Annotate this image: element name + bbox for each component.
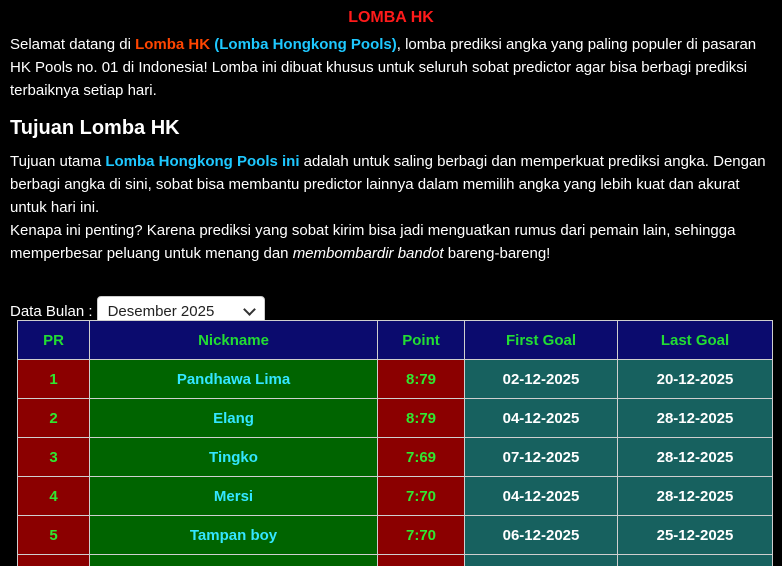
table-row: 3 Tingko 7:69 07-12-2025 28-12-2025 — [17, 437, 773, 477]
nickname-cell — [89, 554, 378, 566]
first-goal-cell: 04-12-2025 — [464, 398, 618, 438]
first-goal-cell — [464, 554, 618, 566]
rank-cell — [17, 554, 90, 566]
last-goal-cell: 28-12-2025 — [617, 398, 773, 438]
brand-full-link[interactable]: (Lomba Hongkong Pools) — [214, 36, 396, 53]
nickname-cell: Elang — [89, 398, 378, 438]
table-row: 5 Tampan boy 7:70 06-12-2025 25-12-2025 — [17, 515, 773, 555]
section-heading: Tujuan Lomba HK — [10, 117, 180, 139]
rank-cell: 4 — [17, 476, 90, 516]
last-goal-cell: 28-12-2025 — [617, 437, 773, 477]
chevron-down-icon — [242, 302, 256, 316]
nickname-cell: Tingko — [89, 437, 378, 477]
emphasis-text: membombardir bandot — [292, 245, 444, 262]
point-cell — [377, 554, 465, 566]
importance-text-rest: bareng-bareng! — [443, 245, 551, 262]
month-filter-label: Data Bulan : — [10, 302, 93, 320]
importance-paragraph: Kenapa ini penting? Karena prediksi yang… — [10, 219, 772, 265]
ranking-table: PR Nickname Point First Goal Last Goal 1… — [17, 320, 773, 566]
intro-paragraph: Selamat datang di Lomba HK (Lomba Hongko… — [10, 33, 772, 102]
column-header-first-goal: First Goal — [464, 320, 618, 360]
page: LOMBA HK Selamat datang di Lomba HK (Lom… — [0, 0, 782, 566]
rank-cell: 2 — [17, 398, 90, 438]
point-cell: 7:70 — [377, 515, 465, 555]
hongkong-pools-link[interactable]: Lomba Hongkong Pools ini — [105, 153, 299, 170]
table-row — [17, 554, 773, 566]
point-cell: 8:79 — [377, 359, 465, 399]
last-goal-cell — [617, 554, 773, 566]
first-goal-cell: 04-12-2025 — [464, 476, 618, 516]
point-cell: 8:79 — [377, 398, 465, 438]
table-row: 2 Elang 8:79 04-12-2025 28-12-2025 — [17, 398, 773, 438]
point-cell: 7:69 — [377, 437, 465, 477]
column-header-nickname: Nickname — [89, 320, 378, 360]
last-goal-cell: 20-12-2025 — [617, 359, 773, 399]
first-goal-cell: 02-12-2025 — [464, 359, 618, 399]
column-header-point: Point — [377, 320, 465, 360]
rank-cell: 3 — [17, 437, 90, 477]
brand-link[interactable]: Lomba HK — [135, 36, 210, 53]
first-goal-cell: 07-12-2025 — [464, 437, 618, 477]
month-select-value: Desember 2025 — [107, 302, 215, 320]
last-goal-cell: 25-12-2025 — [617, 515, 773, 555]
intro-text: Selamat datang di — [10, 36, 136, 53]
page-title: LOMBA HK — [348, 9, 434, 26]
table-row: 1 Pandhawa Lima 8:79 02-12-2025 20-12-20… — [17, 359, 773, 399]
purpose-paragraph: Tujuan utama Lomba Hongkong Pools ini ad… — [10, 150, 772, 219]
purpose-text: Tujuan utama — [10, 153, 106, 170]
point-cell: 7:70 — [377, 476, 465, 516]
nickname-cell: Tampan boy — [89, 515, 378, 555]
table-row: 4 Mersi 7:70 04-12-2025 28-12-2025 — [17, 476, 773, 516]
column-header-last-goal: Last Goal — [617, 320, 773, 360]
rank-cell: 1 — [17, 359, 90, 399]
column-header-pr: PR — [17, 320, 90, 360]
table-header-row: PR Nickname Point First Goal Last Goal — [17, 320, 773, 360]
nickname-cell: Mersi — [89, 476, 378, 516]
nickname-cell: Pandhawa Lima — [89, 359, 378, 399]
rank-cell: 5 — [17, 515, 90, 555]
last-goal-cell: 28-12-2025 — [617, 476, 773, 516]
first-goal-cell: 06-12-2025 — [464, 515, 618, 555]
